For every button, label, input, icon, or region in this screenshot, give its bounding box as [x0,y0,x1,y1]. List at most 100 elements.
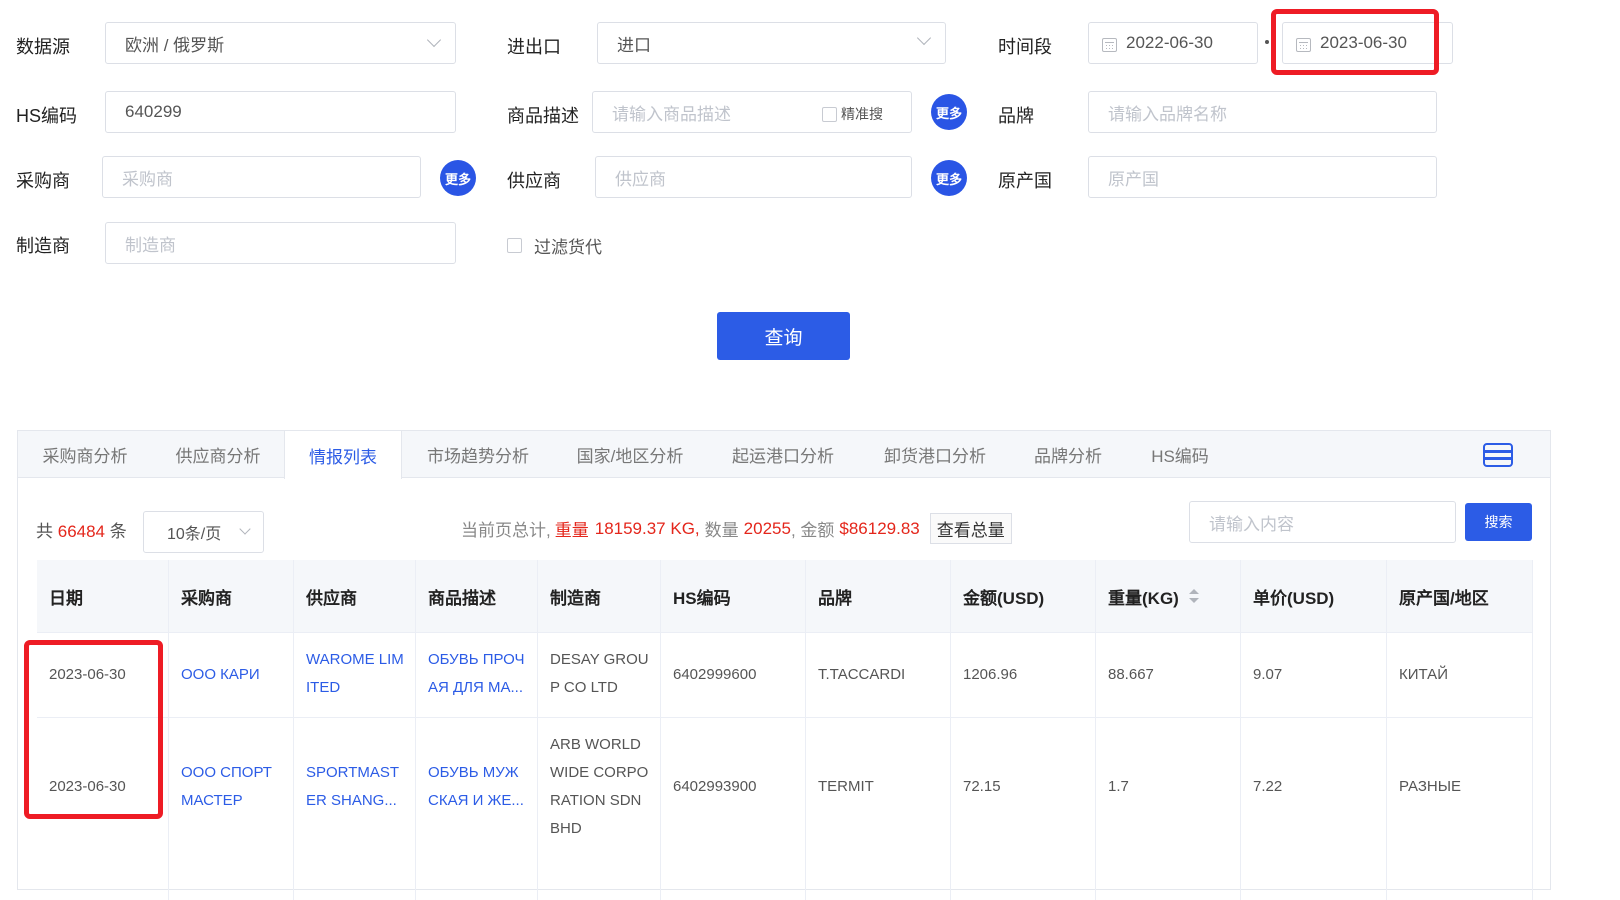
cell-desc[interactable]: ОБУВЬ ПРОЧ [416,646,525,674]
calendar-icon [1296,38,1311,52]
header-origin[interactable]: 原产国/地区 [1387,560,1489,632]
header-hs[interactable]: HS编码 [661,560,731,632]
filter-forwarder-checkbox[interactable] [507,238,522,253]
supplier-input[interactable]: 供应商 [595,156,912,198]
buyer-label: 采购商 [16,171,70,191]
io-label: 进出口 [507,37,561,57]
cell-weight: 88.667 [1108,665,1154,683]
search-button[interactable]: 搜索 [1465,503,1532,541]
origin-placeholder: 原产国 [1108,169,1159,189]
tab-hs-code[interactable]: HS编码 [1126,431,1234,478]
cell-price: 7.22 [1253,778,1283,795]
table-row[interactable]: 2023-06-30 OOO КАРИ WAROME LIM ITED ОБУВ… [37,632,1533,717]
view-total-button[interactable]: 查看总量 [929,513,1012,544]
filter-forwarder-option[interactable]: 过滤货代 [507,233,602,258]
filter-forwarder-label: 过滤货代 [534,238,602,257]
origin-label: 原产国 [998,171,1052,191]
results-table: 日期 采购商 供应商 商品描述 制造商 HS编码 品牌 金额(USD) 重量(K… [37,560,1533,900]
brand-placeholder: 请输入品牌名称 [1108,104,1227,124]
chevron-down-icon [916,30,932,46]
cell-buyer[interactable]: OOO СПОРТ [169,759,272,787]
cell-supplier[interactable]: ER SHANG... [294,787,397,815]
header-buyer[interactable]: 采购商 [169,560,232,632]
page-size-value: 10条/页 [167,526,222,543]
cell-brand: TERMIT [818,778,874,795]
header-brand[interactable]: 品牌 [806,560,852,632]
start-date-input[interactable]: 2022-06-30 [1088,22,1258,64]
qty-value: 20255 [743,518,791,538]
page-size-select[interactable]: 10条/页 [143,511,264,553]
io-value: 进口 [617,35,651,55]
cell-desc[interactable]: ОБУВЬ МУЖ [416,759,519,787]
tab-market-trend[interactable]: 市场趋势分析 [402,431,554,478]
header-amount[interactable]: 金额(USD) [951,560,1044,632]
hs-input[interactable]: 640299 [105,91,456,133]
chevron-down-icon [239,523,251,535]
header-maker[interactable]: 制造商 [538,560,601,632]
datasource-label: 数据源 [16,37,70,57]
tab-bar: 采购商分析 供应商分析 情报列表 市场趋势分析 国家/地区分析 起运港口分析 卸… [18,431,1550,479]
cell-weight: 1.7 [1108,778,1129,795]
exact-search-option[interactable]: 精准搜 [822,104,883,124]
cell-supplier[interactable]: ITED [294,674,340,702]
buyer-more-button[interactable]: 更多 [440,160,476,196]
desc-more-button[interactable]: 更多 [931,94,967,130]
tab-dest-port[interactable]: 卸货港口分析 [860,431,1010,478]
qty-label: 数量 [704,521,739,540]
header-date[interactable]: 日期 [37,560,83,632]
desc-input[interactable]: 请输入商品描述 精准搜 [592,91,912,133]
cell-price: 9.07 [1253,665,1283,683]
header-weight[interactable]: 重量(KG) [1096,560,1199,632]
tab-intel-list[interactable]: 情报列表 [284,431,402,479]
datasource-value: 欧洲 / 俄罗斯 [125,35,225,55]
cell-supplier[interactable]: WAROME LIM [294,646,404,674]
query-button[interactable]: 查询 [717,312,850,360]
end-date-value: 2023-06-30 [1320,33,1407,52]
exact-search-checkbox[interactable] [822,106,837,122]
header-price[interactable]: 单价(USD) [1241,560,1334,632]
brand-label: 品牌 [998,106,1034,126]
cell-hs: 6402993900 [673,778,757,795]
supplier-more-button[interactable]: 更多 [931,160,967,196]
cell-buyer[interactable]: OOO КАРИ [169,632,260,717]
header-desc[interactable]: 商品描述 [416,560,496,632]
search-placeholder: 请输入内容 [1209,514,1294,534]
cell-desc[interactable]: АЯ ДЛЯ МА... [416,674,523,702]
weight-value: 18159.37 KG, [594,518,700,538]
tab-supplier-analysis[interactable]: 供应商分析 [152,431,284,478]
results-panel: 采购商分析 供应商分析 情报列表 市场趋势分析 国家/地区分析 起运港口分析 卸… [17,430,1551,900]
cell-maker: DESAY GROU [550,651,649,668]
datasource-select[interactable]: 欧洲 / 俄罗斯 [105,22,456,64]
export-icon[interactable] [1482,442,1514,473]
cell-buyer[interactable]: МАСТЕР [169,787,243,815]
maker-input[interactable]: 制造商 [105,222,456,264]
brand-input[interactable]: 请输入品牌名称 [1088,91,1437,133]
io-select[interactable]: 进口 [597,22,946,64]
exact-search-label: 精准搜 [841,106,883,122]
header-weight-label: 重量(KG) [1108,588,1179,608]
cell-amount: 1206.96 [963,665,1018,683]
header-supplier[interactable]: 供应商 [294,560,357,632]
table-row[interactable]: 2023-06-30 OOO СПОРТ МАСТЕР SPORTMAST ER… [37,717,1533,857]
total-value: 66484 [57,522,106,541]
tab-origin-port[interactable]: 起运港口分析 [706,431,860,478]
cell-maker: P CO LTD [550,679,618,696]
tab-brand-analysis[interactable]: 品牌分析 [1010,431,1126,478]
origin-input[interactable]: 原产国 [1088,156,1437,198]
end-date-input[interactable]: 2023-06-30 [1282,22,1453,64]
hs-value: 640299 [125,102,182,121]
page-summary: 当前页总计, 重量 18159.37 KG, 数量 20255 , 金额 $86… [461,513,1012,544]
cell-hs: 6402999600 [673,665,757,683]
hs-label: HS编码 [16,106,78,126]
sort-icon[interactable] [1188,587,1200,610]
cell-supplier[interactable]: SPORTMAST [294,759,399,787]
tab-country-analysis[interactable]: 国家/地区分析 [554,431,706,478]
tab-buyer-analysis[interactable]: 采购商分析 [18,431,152,478]
total-prefix: 共 [36,522,53,541]
chevron-down-icon [426,32,442,48]
buyer-placeholder: 采购商 [122,169,173,189]
cell-desc[interactable]: СКАЯ И ЖЕ... [416,787,524,815]
desc-placeholder: 请输入商品描述 [612,104,731,124]
buyer-input[interactable]: 采购商 [102,156,421,198]
search-input[interactable]: 请输入内容 [1189,501,1456,543]
